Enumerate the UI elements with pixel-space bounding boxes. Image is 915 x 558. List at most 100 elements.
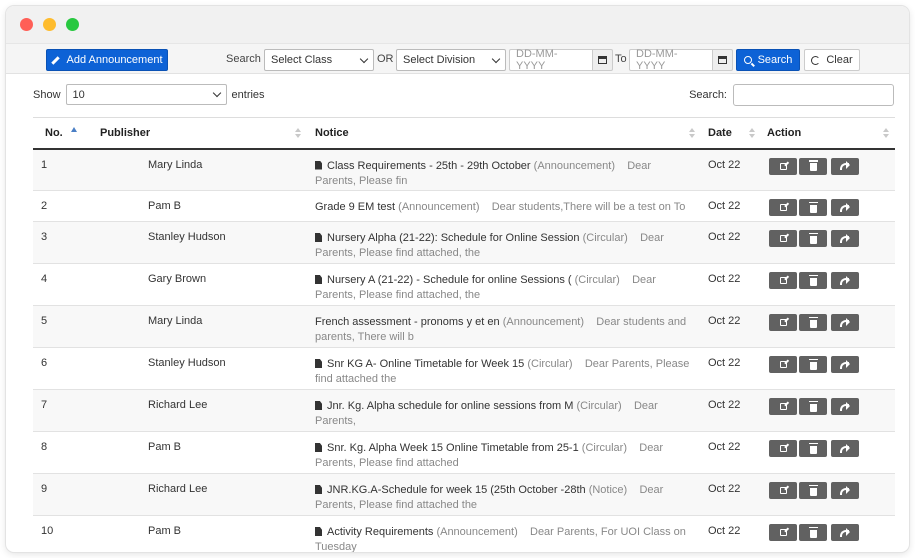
notice-type: (Circular) bbox=[527, 358, 573, 370]
share-button[interactable] bbox=[831, 524, 859, 541]
header-label: Date bbox=[708, 126, 732, 139]
share-button[interactable] bbox=[831, 230, 859, 247]
row-notice[interactable]: Grade 9 EM test (Announcement) Dear stud… bbox=[307, 190, 701, 222]
table-search-input[interactable] bbox=[733, 84, 894, 106]
share-button[interactable] bbox=[831, 157, 859, 175]
row-number: 10 bbox=[33, 515, 87, 552]
edit-button[interactable] bbox=[769, 356, 797, 373]
date-from-input[interactable]: DD-MM-YYYY bbox=[509, 48, 593, 72]
delete-button[interactable] bbox=[799, 314, 827, 331]
date-to-input[interactable]: DD-MM-YYYY bbox=[629, 48, 713, 72]
notice-title[interactable]: French assessment - pronoms y et en bbox=[315, 316, 500, 328]
delete-button[interactable] bbox=[799, 440, 827, 457]
division-select[interactable]: Select Division bbox=[396, 49, 506, 71]
row-notice[interactable]: Nursery A (21-22) - Schedule for online … bbox=[307, 263, 701, 306]
edit-button[interactable] bbox=[769, 157, 797, 175]
notice-type: (Circular) bbox=[574, 274, 620, 286]
row-notice[interactable]: Snr. Kg. Alpha Week 15 Online Timetable … bbox=[307, 431, 701, 474]
date-from-calendar-button[interactable] bbox=[593, 49, 613, 71]
share-button[interactable] bbox=[831, 199, 859, 216]
delete-button[interactable] bbox=[799, 398, 827, 415]
notice-title[interactable]: Activity Requirements bbox=[327, 526, 433, 538]
table-row: 2 Pam B Grade 9 EM test (Announcement) Dea… bbox=[33, 190, 895, 222]
column-header-publisher[interactable]: Publisher bbox=[87, 117, 307, 150]
share-icon bbox=[840, 202, 850, 212]
clear-button[interactable]: Clear bbox=[804, 49, 860, 71]
date-to-calendar-button[interactable] bbox=[713, 49, 733, 71]
edit-button[interactable] bbox=[769, 482, 797, 499]
edit-button[interactable] bbox=[769, 199, 797, 216]
edit-icon bbox=[779, 162, 787, 170]
share-icon bbox=[840, 359, 850, 369]
notice-title[interactable]: Nursery Alpha (21-22): Schedule for Onli… bbox=[327, 232, 580, 244]
row-notice[interactable]: Activity Requirements (Announcement) Dea… bbox=[307, 515, 701, 552]
row-actions bbox=[761, 305, 895, 348]
delete-button[interactable] bbox=[799, 482, 827, 499]
delete-button[interactable] bbox=[799, 524, 827, 541]
row-notice[interactable]: Class Requirements - 25th - 29th October… bbox=[307, 148, 701, 191]
column-header-no[interactable]: No. bbox=[33, 117, 87, 150]
page-content: Add Announcement Search Select Class OR … bbox=[6, 44, 909, 552]
class-select[interactable]: Select Class bbox=[264, 49, 374, 71]
row-notice[interactable]: Snr KG A- Online Timetable for Week 15 (… bbox=[307, 347, 701, 390]
edit-button[interactable] bbox=[769, 440, 797, 457]
column-header-action[interactable]: Action bbox=[761, 117, 895, 150]
entries-select[interactable]: 10 bbox=[65, 84, 227, 105]
share-button[interactable] bbox=[831, 272, 859, 289]
row-notice[interactable]: Nursery Alpha (21-22): Schedule for Onli… bbox=[307, 221, 701, 264]
edit-button[interactable] bbox=[769, 524, 797, 541]
minimize-window-icon[interactable] bbox=[43, 18, 56, 31]
notice-title[interactable]: Class Requirements - 25th - 29th October bbox=[327, 160, 531, 172]
share-button[interactable] bbox=[831, 314, 859, 331]
or-label: OR bbox=[377, 53, 394, 65]
trash-icon bbox=[808, 484, 818, 496]
share-button[interactable] bbox=[831, 482, 859, 499]
edit-button[interactable] bbox=[769, 314, 797, 331]
notice-type: (Circular) bbox=[582, 232, 628, 244]
maximize-window-icon[interactable] bbox=[66, 18, 79, 31]
notice-title[interactable]: Jnr. Kg. Alpha schedule for online sessi… bbox=[327, 400, 573, 412]
edit-button[interactable] bbox=[769, 272, 797, 289]
add-announcement-button[interactable]: Add Announcement bbox=[46, 49, 168, 71]
search-button[interactable]: Search bbox=[736, 49, 800, 71]
entries-label: entries bbox=[231, 88, 265, 101]
delete-button[interactable] bbox=[799, 356, 827, 373]
column-header-date[interactable]: Date bbox=[701, 117, 761, 150]
row-number: 6 bbox=[33, 347, 87, 390]
notice-title[interactable]: JNR.KG.A-Schedule for week 15 (25th Octo… bbox=[327, 484, 586, 496]
document-icon bbox=[315, 527, 322, 536]
row-notice[interactable]: French assessment - pronoms y et en (Ann… bbox=[307, 305, 701, 348]
notice-title[interactable]: Snr KG A- Online Timetable for Week 15 bbox=[327, 358, 524, 370]
header-label: Action bbox=[767, 126, 802, 139]
table-row: 4 Gary Brown Nursery A (21-22) - Schedule … bbox=[33, 263, 895, 306]
delete-button[interactable] bbox=[799, 199, 827, 216]
notice-title[interactable]: Nursery A (21-22) - Schedule for online … bbox=[327, 274, 572, 286]
notice-title[interactable]: Grade 9 EM test bbox=[315, 201, 395, 213]
document-icon bbox=[315, 359, 322, 368]
notice-title[interactable]: Snr. Kg. Alpha Week 15 Online Timetable … bbox=[327, 442, 579, 454]
table-row: 9 Richard Lee JNR.KG.A-Schedule for week 1… bbox=[33, 473, 895, 516]
column-header-notice[interactable]: Notice bbox=[307, 117, 701, 150]
delete-button[interactable] bbox=[799, 272, 827, 289]
row-actions bbox=[761, 190, 895, 222]
share-button[interactable] bbox=[831, 356, 859, 373]
table-row: 10 Pam B Activity Requirements (Announceme… bbox=[33, 515, 895, 552]
close-window-icon[interactable] bbox=[20, 18, 33, 31]
row-notice[interactable]: Jnr. Kg. Alpha schedule for online sessi… bbox=[307, 389, 701, 432]
document-icon bbox=[315, 401, 322, 410]
row-publisher: Mary Linda bbox=[87, 148, 307, 191]
share-icon bbox=[840, 317, 850, 327]
row-notice[interactable]: JNR.KG.A-Schedule for week 15 (25th Octo… bbox=[307, 473, 701, 516]
edit-button[interactable] bbox=[769, 398, 797, 415]
delete-button[interactable] bbox=[799, 157, 827, 175]
share-icon bbox=[840, 233, 850, 243]
search-button-label: Search bbox=[757, 54, 793, 66]
edit-button[interactable] bbox=[769, 230, 797, 247]
chevron-down-icon bbox=[359, 54, 369, 63]
share-button[interactable] bbox=[831, 440, 859, 457]
share-icon bbox=[840, 443, 850, 453]
clear-button-label: Clear bbox=[826, 54, 853, 66]
delete-button[interactable] bbox=[799, 230, 827, 247]
row-actions bbox=[761, 221, 895, 264]
share-button[interactable] bbox=[831, 398, 859, 415]
